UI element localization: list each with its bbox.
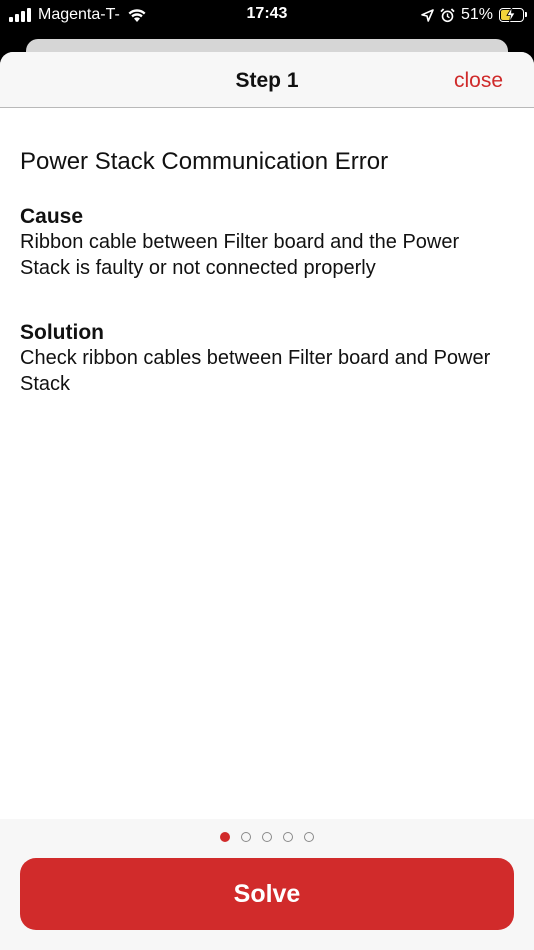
page-dot[interactable] bbox=[262, 832, 272, 842]
sheet-header: Step 1 close bbox=[0, 52, 534, 108]
solve-button[interactable]: Solve bbox=[20, 858, 514, 930]
battery-icon bbox=[499, 7, 527, 22]
cellular-signal-icon bbox=[9, 8, 33, 22]
alarm-clock-icon bbox=[440, 7, 455, 22]
status-left: Magenta-T- bbox=[9, 5, 147, 25]
wifi-icon bbox=[128, 8, 146, 22]
page-indicator[interactable] bbox=[0, 832, 534, 842]
carrier-name: Magenta-T- bbox=[38, 6, 120, 23]
page-dot[interactable] bbox=[220, 832, 230, 842]
page-dot[interactable] bbox=[241, 832, 251, 842]
location-arrow-icon bbox=[421, 8, 434, 22]
status-bar: Magenta-T- 17:43 51% bbox=[0, 0, 534, 30]
step-sheet: Step 1 close Power Stack Communication E… bbox=[0, 52, 534, 950]
charging-bolt-icon bbox=[506, 7, 516, 22]
cause-section: Cause Ribbon cable between Filter board … bbox=[20, 205, 514, 281]
error-title: Power Stack Communication Error bbox=[20, 148, 389, 175]
sheet-footer: Solve bbox=[0, 819, 534, 950]
solution-heading: Solution bbox=[20, 321, 104, 344]
close-button[interactable]: close bbox=[454, 69, 503, 93]
page-dot[interactable] bbox=[304, 832, 314, 842]
status-right: 51% bbox=[415, 5, 527, 25]
solution-section: Solution Check ribbon cables between Fil… bbox=[20, 321, 514, 397]
battery-percent: 51% bbox=[460, 6, 493, 23]
cause-text: Ribbon cable between Filter board and th… bbox=[20, 231, 460, 279]
page-dot[interactable] bbox=[283, 832, 293, 842]
solution-text: Check ribbon cables between Filter board… bbox=[20, 347, 491, 395]
error-details: Power Stack Communication Error Cause Ri… bbox=[20, 147, 514, 397]
cause-heading: Cause bbox=[20, 205, 84, 228]
